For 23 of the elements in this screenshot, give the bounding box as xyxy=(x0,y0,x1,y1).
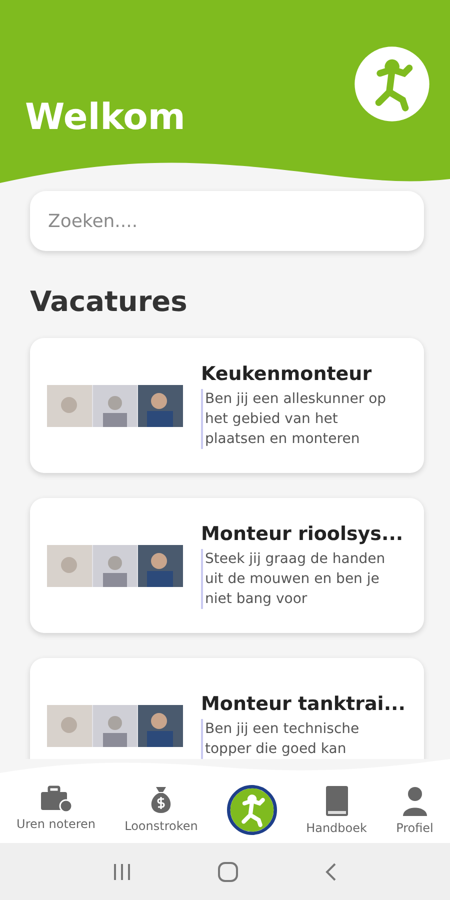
nav-item[interactable]: Handboek xyxy=(306,781,367,835)
nav-item[interactable]: Loonstroken xyxy=(124,781,198,833)
home-icon xyxy=(216,860,239,882)
runner-logo-icon xyxy=(352,44,432,124)
vacancy-description: Ben jij een alleskunner op het gebied van het plaatsen en monteren xyxy=(201,388,395,448)
vacancy-description: Ben jij een technische topper die goed kan xyxy=(201,718,395,758)
back-icon xyxy=(324,862,338,882)
vacancy-title: Monteur rioolsys... xyxy=(201,522,404,544)
vacancy-card[interactable]: Monteur rioolsys... Steek jij graag de handen uit de mouwen en ben je niet bang voor xyxy=(30,498,424,633)
recent-apps-icon xyxy=(112,862,132,880)
nav-item[interactable]: Uren noteren xyxy=(16,781,96,831)
book-icon xyxy=(324,785,350,817)
vacancy-title: Keukenmonteur xyxy=(201,362,373,384)
vacancy-description: Steek jij graag de handen uit de mouwen en ben je niet bang voor xyxy=(201,548,395,608)
briefcase-clock-icon xyxy=(39,785,74,813)
vacancy-card[interactable]: Keukenmonteur Ben jij een alleskunner op het gebied van het plaatsen en monteren xyxy=(30,338,424,473)
page-title: Welkom xyxy=(25,97,186,138)
section-title: Vacatures xyxy=(30,285,188,318)
person-icon xyxy=(400,785,429,817)
nav-item[interactable]: Profiel xyxy=(396,781,434,835)
vacancy-title: Monteur tanktrai... xyxy=(201,692,406,714)
runner-logo-icon xyxy=(226,785,277,835)
search-field[interactable]: Zoeken.... xyxy=(30,191,424,251)
